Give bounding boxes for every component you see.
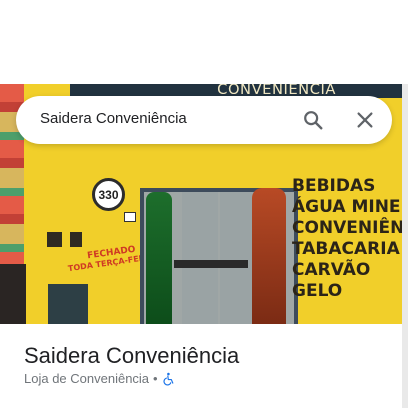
search-bar[interactable]: Saidera Conveniência — [16, 96, 392, 144]
sign-line: BEBIDAS — [292, 176, 376, 196]
sign-line: CARVÃO — [292, 260, 371, 280]
wall-vent-left — [47, 232, 62, 247]
sign-line: TABACARIA — [292, 239, 400, 259]
wheelchair-icon — [163, 372, 173, 385]
door-panel-right — [220, 192, 256, 324]
sign-line: GELO — [292, 281, 343, 301]
place-category[interactable]: Loja de Conveniência — [24, 371, 149, 386]
beer-bottle-green — [146, 192, 172, 324]
sign-line: ÁGUA MINERAL — [292, 197, 402, 217]
small-sign — [124, 212, 136, 222]
mural-dark-strip — [0, 264, 26, 324]
search-icon[interactable] — [302, 109, 324, 131]
door-panel-left — [182, 192, 218, 324]
separator-dot: • — [153, 371, 158, 386]
door-label-strip — [174, 260, 248, 268]
address-number-plate: 330 — [92, 178, 125, 211]
address-number: 330 — [98, 187, 119, 202]
search-input[interactable]: Saidera Conveniência — [40, 110, 187, 127]
place-title: Saidera Conveniência — [24, 343, 240, 368]
wall-box — [48, 284, 88, 324]
place-category-row: Loja de Conveniência • — [24, 371, 176, 386]
storefront-sign: BEBIDAS ÁGUA MINERAL CONVENIÊNCIA TABACA… — [292, 176, 402, 302]
beer-bottle-red — [252, 188, 286, 324]
close-icon[interactable] — [354, 109, 376, 131]
wall-vent-right — [70, 232, 82, 247]
sign-line: CONVENIÊNCIA — [292, 218, 402, 238]
scrollbar-track[interactable] — [402, 84, 408, 408]
